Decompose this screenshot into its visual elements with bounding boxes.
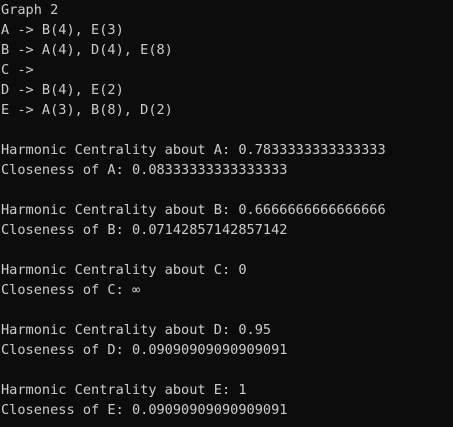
closeness-e-line: Closeness of E: 0.09090909090909091: [1, 402, 288, 418]
closeness-a-line: Closeness of A: 0.08333333333333333: [1, 162, 288, 178]
harmonic-centrality-d-line: Harmonic Centrality about D: 0.95: [1, 322, 272, 338]
closeness-b-line: Closeness of B: 0.07142857142857142: [1, 222, 288, 238]
adjacency-line-a: A -> B(4), E(3): [1, 22, 124, 38]
graph-title-line: Graph 2: [1, 2, 59, 18]
harmonic-centrality-e-line: Harmonic Centrality about E: 1: [1, 382, 247, 398]
adjacency-line-c: C ->: [1, 62, 34, 78]
console-output: Graph 2 A -> B(4), E(3) B -> A(4), D(4),…: [1, 0, 453, 427]
harmonic-centrality-b-line: Harmonic Centrality about B: 0.666666666…: [1, 202, 386, 218]
adjacency-line-e: E -> A(3), B(8), D(2): [1, 102, 173, 118]
closeness-d-line: Closeness of D: 0.09090909090909091: [1, 342, 288, 358]
adjacency-line-b: B -> A(4), D(4), E(8): [1, 42, 173, 58]
harmonic-centrality-c-line: Harmonic Centrality about C: 0: [1, 262, 247, 278]
adjacency-line-d: D -> B(4), E(2): [1, 82, 124, 98]
harmonic-centrality-a-line: Harmonic Centrality about A: 0.783333333…: [1, 142, 386, 158]
closeness-c-line: Closeness of C: ∞: [1, 282, 141, 298]
